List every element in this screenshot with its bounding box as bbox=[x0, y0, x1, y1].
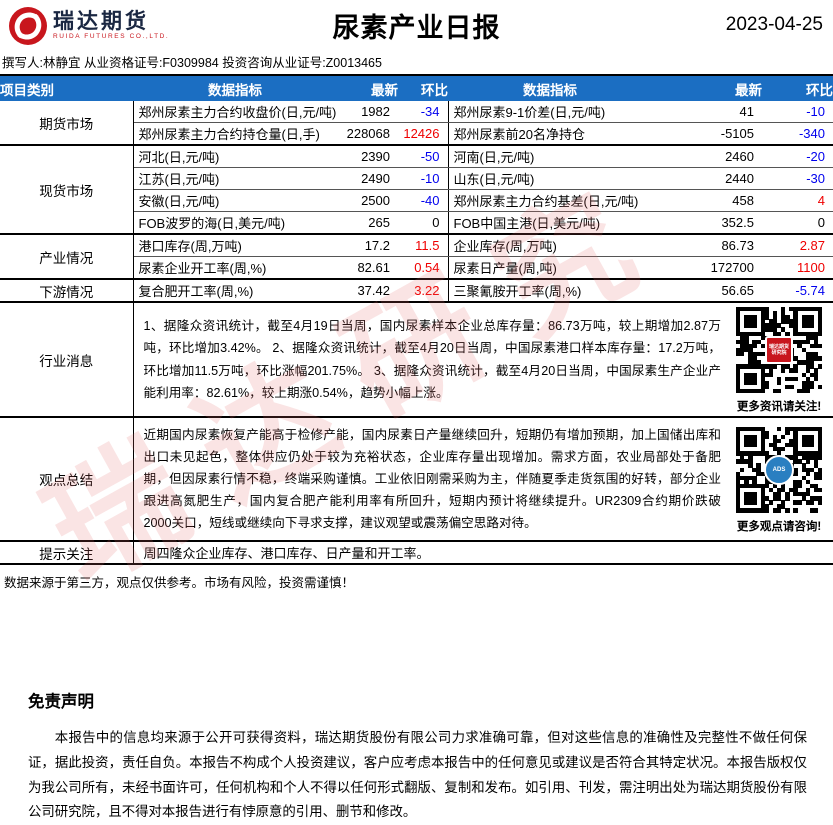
tips-text: 周四隆众企业库存、港口库存、日产量和开工率。 bbox=[133, 541, 833, 564]
indicator-cell: 郑州尿素前20名净持仓 bbox=[448, 123, 652, 146]
category-cell: 下游情况 bbox=[0, 279, 133, 302]
latest-cell: 352.5 bbox=[652, 212, 762, 235]
indicator-cell: 尿素企业开工率(周,%) bbox=[133, 257, 337, 280]
change-cell: 3.22 bbox=[398, 279, 448, 302]
category-cell-news: 行业消息 bbox=[0, 302, 133, 417]
indicator-cell: 山东(日,元/吨) bbox=[448, 168, 652, 190]
industry-news-cell: 1、据隆众资讯统计，截至4月19日当周，国内尿素样本企业总库存量：86.73万吨… bbox=[133, 302, 833, 417]
indicator-cell: 尿素日产量(周,吨) bbox=[448, 257, 652, 280]
table-row: 现货市场河北(日,元/吨)2390-50河南(日,元/吨)2460-20 bbox=[0, 145, 833, 168]
disclaimer-section: 免责声明 本报告中的信息均来源于公开可获得资料，瑞达期货股份有限公司力求准确可靠… bbox=[28, 688, 807, 825]
change-cell: -50 bbox=[398, 145, 448, 168]
latest-cell: 56.65 bbox=[652, 279, 762, 302]
latest-cell: 1982 bbox=[337, 101, 398, 123]
indicator-cell: 三聚氰胺开工率(周,%) bbox=[448, 279, 652, 302]
disclaimer-body: 本报告中的信息均来源于公开可获得资料，瑞达期货股份有限公司力求准确可靠，但对这些… bbox=[28, 726, 807, 825]
report-date: 2023-04-25 bbox=[726, 14, 823, 36]
indicator-cell: 安徽(日,元/吨) bbox=[133, 190, 337, 212]
change-cell: -10 bbox=[762, 101, 833, 123]
indicator-cell: FOB中国主港(日,美元/吨) bbox=[448, 212, 652, 235]
indicator-cell: 企业库存(周,万吨) bbox=[448, 234, 652, 257]
latest-cell: 2460 bbox=[652, 145, 762, 168]
change-cell: 4 bbox=[762, 190, 833, 212]
latest-cell: 458 bbox=[652, 190, 762, 212]
category-cell: 期货市场 bbox=[0, 101, 133, 145]
indicator-cell: 郑州尿素主力合约持仓量(日,手) bbox=[133, 123, 337, 146]
change-cell: -30 bbox=[762, 168, 833, 190]
table-row: 下游情况复合肥开工率(周,%)37.423.22三聚氰胺开工率(周,%)56.6… bbox=[0, 279, 833, 302]
indicator-cell: 复合肥开工率(周,%) bbox=[133, 279, 337, 302]
change-cell: 0 bbox=[398, 212, 448, 235]
ads-qr-logo-icon: ADS bbox=[764, 455, 794, 485]
latest-cell: 41 bbox=[652, 101, 762, 123]
viewpoint-qr-caption: 更多观点请咨询! bbox=[737, 518, 821, 534]
table-row: 产业情况港口库存(周,万吨)17.211.5企业库存(周,万吨)86.732.8… bbox=[0, 234, 833, 257]
latest-cell: 2500 bbox=[337, 190, 398, 212]
indicator-cell: 江苏(日,元/吨) bbox=[133, 168, 337, 190]
table-header-row: 项目类别 数据指标 最新 环比 数据指标 最新 环比 bbox=[0, 75, 833, 101]
change-cell: -5.74 bbox=[762, 279, 833, 302]
risk-footnote: 数据来源于第三方，观点仅供参考。市场有风险，投资需谨慎！ bbox=[0, 572, 833, 591]
latest-cell: 37.42 bbox=[337, 279, 398, 302]
change-cell: 11.5 bbox=[398, 234, 448, 257]
latest-cell: -5105 bbox=[652, 123, 762, 146]
news-qr-caption: 更多资讯请关注! bbox=[737, 398, 821, 414]
indicator-cell: 郑州尿素主力合约基差(日,元/吨) bbox=[448, 190, 652, 212]
category-cell: 产业情况 bbox=[0, 234, 133, 279]
industry-news-text: 1、据隆众资讯统计，截至4月19日当周，国内尿素样本企业总库存量：86.73万吨… bbox=[134, 309, 730, 409]
col-header-indicator-left: 数据指标 bbox=[133, 75, 337, 101]
industry-news-row: 行业消息 1、据隆众资讯统计，截至4月19日当周，国内尿素样本企业总库存量：86… bbox=[0, 302, 833, 417]
col-header-category: 项目类别 bbox=[0, 75, 133, 101]
author-line: 撰写人:林静宜 从业资格证号:F0309984 投资咨询从业证号:Z001346… bbox=[0, 50, 833, 74]
disclaimer-title: 免责声明 bbox=[28, 688, 807, 712]
change-cell: -20 bbox=[762, 145, 833, 168]
latest-cell: 2490 bbox=[337, 168, 398, 190]
page-title: 尿素产业日报 bbox=[0, 6, 833, 45]
category-cell-tips: 提示关注 bbox=[0, 541, 133, 564]
change-cell: 0.54 bbox=[398, 257, 448, 280]
change-cell: 12426 bbox=[398, 123, 448, 146]
category-cell: 现货市场 bbox=[0, 145, 133, 234]
indicator-cell: 郑州尿素主力合约收盘价(日,元/吨) bbox=[133, 101, 337, 123]
table-row: 期货市场郑州尿素主力合约收盘价(日,元/吨)1982-34郑州尿素9-1价差(日… bbox=[0, 101, 833, 123]
change-cell: 1100 bbox=[762, 257, 833, 280]
change-cell: -34 bbox=[398, 101, 448, 123]
col-header-change-right: 环比 bbox=[762, 75, 833, 101]
latest-cell: 172700 bbox=[652, 257, 762, 280]
change-cell: -10 bbox=[398, 168, 448, 190]
viewpoint-row: 观点总结 近期国内尿素恢复产能高于检修产能，国内尿素日产量继续回升，短期仍有增加… bbox=[0, 417, 833, 541]
latest-cell: 2440 bbox=[652, 168, 762, 190]
col-header-latest-right: 最新 bbox=[652, 75, 762, 101]
indicator-cell: 河南(日,元/吨) bbox=[448, 145, 652, 168]
masthead: 瑞达期货 RUIDA FUTURES CO.,LTD. 尿素产业日报 2023-… bbox=[0, 0, 833, 50]
viewpoint-qr-block: ADS 更多观点请咨询! bbox=[729, 423, 833, 536]
col-header-change-left: 环比 bbox=[398, 75, 448, 101]
indicator-cell: FOB波罗的海(日,美元/吨) bbox=[133, 212, 337, 235]
col-header-indicator-right: 数据指标 bbox=[448, 75, 652, 101]
tips-row: 提示关注 周四隆众企业库存、港口库存、日产量和开工率。 bbox=[0, 541, 833, 564]
latest-cell: 265 bbox=[337, 212, 398, 235]
indicator-cell: 郑州尿素9-1价差(日,元/吨) bbox=[448, 101, 652, 123]
news-qr-code: 瑞达期货 研究院 bbox=[736, 307, 822, 393]
latest-cell: 86.73 bbox=[652, 234, 762, 257]
indicator-cell: 河北(日,元/吨) bbox=[133, 145, 337, 168]
data-table: 项目类别 数据指标 最新 环比 数据指标 最新 环比 期货市场郑州尿素主力合约收… bbox=[0, 74, 833, 565]
latest-cell: 17.2 bbox=[337, 234, 398, 257]
change-cell: -340 bbox=[762, 123, 833, 146]
viewpoint-qr-code: ADS bbox=[736, 427, 822, 513]
news-qr-block: 瑞达期货 研究院 更多资讯请关注! bbox=[729, 303, 833, 416]
viewpoint-text: 近期国内尿素恢复产能高于检修产能，国内尿素日产量继续回升，短期仍有增加预期，加上… bbox=[134, 418, 730, 540]
latest-cell: 2390 bbox=[337, 145, 398, 168]
latest-cell: 228068 bbox=[337, 123, 398, 146]
viewpoint-cell: 近期国内尿素恢复产能高于检修产能，国内尿素日产量继续回升，短期仍有增加预期，加上… bbox=[133, 417, 833, 541]
ruida-qr-logo-icon: 瑞达期货 研究院 bbox=[765, 336, 793, 364]
category-cell-viewpoint: 观点总结 bbox=[0, 417, 133, 541]
change-cell: 0 bbox=[762, 212, 833, 235]
col-header-latest-left: 最新 bbox=[337, 75, 398, 101]
change-cell: 2.87 bbox=[762, 234, 833, 257]
latest-cell: 82.61 bbox=[337, 257, 398, 280]
indicator-cell: 港口库存(周,万吨) bbox=[133, 234, 337, 257]
change-cell: -40 bbox=[398, 190, 448, 212]
